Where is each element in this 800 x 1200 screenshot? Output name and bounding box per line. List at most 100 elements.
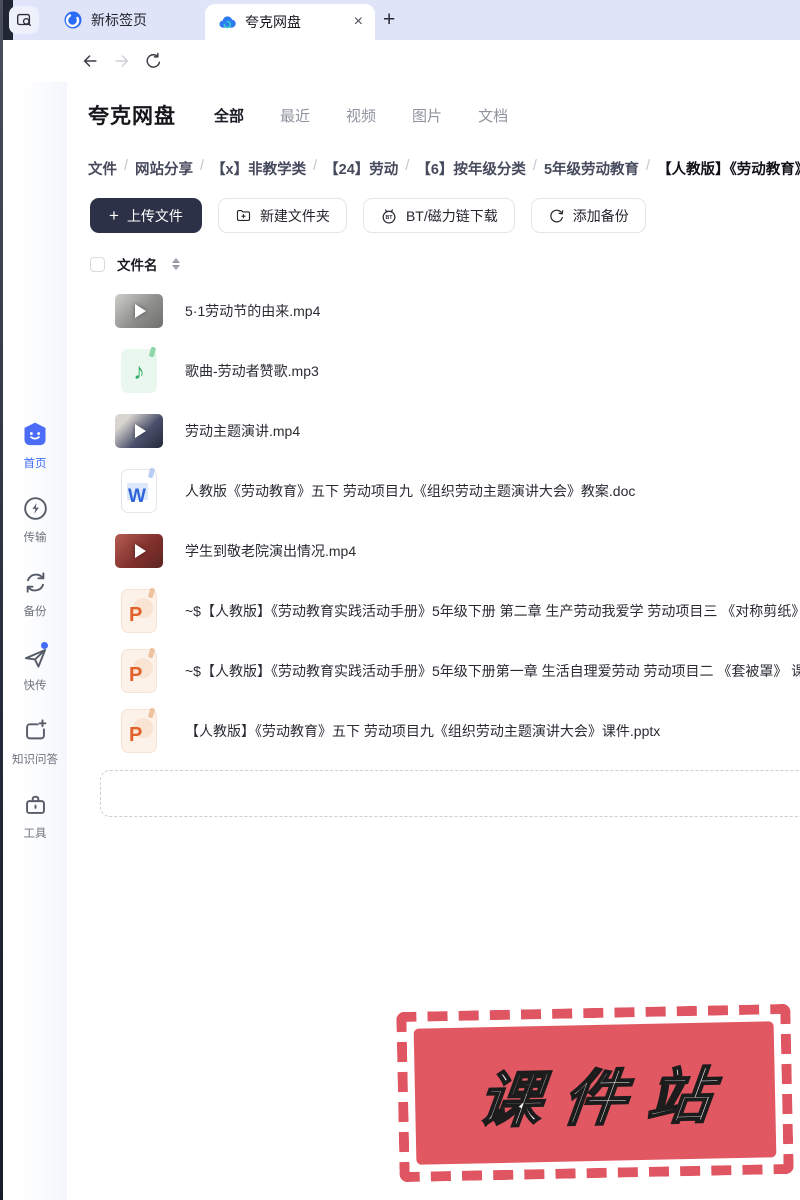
file-name: 劳动主题演讲.mp4 — [185, 423, 301, 439]
sidebar-item-knowledge-qa[interactable]: 知识问答 — [3, 716, 67, 767]
ppt-file-icon: P — [121, 647, 157, 693]
breadcrumb-item[interactable]: 【人教版】《劳动教育》五 — [657, 158, 800, 179]
action-buttons: + 上传文件 新建文件夹 BT BT/磁力链下载 添加备份 — [90, 198, 646, 233]
upload-dropzone[interactable] — [100, 770, 800, 817]
breadcrumb: 文件 / 网站分享 / 【x】非教学类 / 【24】劳动 / 【6】按年级分类 / 5年级劳动教育 /… — [88, 158, 800, 179]
sidebar-item-label: 知识问答 — [12, 754, 58, 766]
tab-all[interactable]: 全部 — [214, 105, 244, 126]
sidebar-item-label: 首页 — [23, 458, 47, 470]
forward-icon[interactable] — [112, 51, 132, 71]
tab-recent[interactable]: 最近 — [280, 105, 310, 126]
tab-documents[interactable]: 文档 — [478, 105, 508, 126]
sidebar-item-label: 快传 — [23, 680, 47, 692]
file-type-glyph: W — [128, 486, 146, 507]
file-row[interactable]: 学生到敬老院演出情况.mp4 — [67, 521, 800, 581]
file-list: 5·1劳动节的由来.mp4 ♪ 歌曲-劳动者赞歌.mp3 劳动主题演讲.mp4 … — [67, 281, 800, 761]
page-title: 夸克网盘 — [88, 105, 176, 128]
sidebar-item-quick-send[interactable]: 快传 — [3, 642, 67, 693]
tab-images[interactable]: 图片 — [412, 105, 442, 126]
ppt-file-icon: P — [121, 707, 157, 753]
file-name: 【人教版】《劳动教育》五下 劳动项目九《组织劳动主题演讲大会》课件.pptx — [185, 723, 661, 739]
file-name: 5·1劳动节的由来.mp4 — [185, 303, 321, 319]
page-fold — [147, 707, 156, 719]
play-icon — [135, 424, 146, 438]
sidebar-item-tools[interactable]: 工具 — [3, 790, 67, 841]
notification-dot — [41, 642, 48, 649]
upload-button-label: 上传文件 — [126, 207, 183, 224]
file-name: 歌曲-劳动者赞歌.mp3 — [185, 363, 319, 379]
breadcrumb-item[interactable]: 【24】劳动 — [324, 158, 398, 179]
browser-toolbar — [0, 40, 800, 115]
file-row[interactable]: P ~$【人教版】《劳动教育实践活动手册》5年级下册 第二章 生产劳动我爱学 劳… — [67, 581, 800, 641]
stamp-text: 课件站 — [473, 1061, 736, 1136]
file-name: 学生到敬老院演出情况.mp4 — [185, 543, 357, 559]
tab-quark-drive[interactable]: 夸克网盘 × — [205, 4, 375, 40]
refresh-icon[interactable] — [144, 52, 163, 71]
file-row[interactable]: 劳动主题演讲.mp4 — [67, 401, 800, 461]
upload-file-button[interactable]: + 上传文件 — [90, 198, 202, 233]
breadcrumb-item[interactable]: 文件 — [88, 158, 117, 179]
add-backup-button[interactable]: 添加备份 — [530, 198, 646, 233]
play-icon — [135, 544, 146, 558]
tab-videos[interactable]: 视频 — [346, 105, 376, 126]
transfer-icon — [21, 494, 49, 522]
back-icon[interactable] — [80, 51, 100, 71]
folder-plus-icon — [236, 209, 251, 222]
file-row[interactable]: 5·1劳动节的由来.mp4 — [67, 281, 800, 341]
new-folder-label: 新建文件夹 — [259, 207, 330, 224]
window-edge — [0, 0, 3, 1200]
bt-magnet-download-button[interactable]: BT BT/磁力链下载 — [362, 198, 515, 233]
app-sidebar: 首页 传输 备份 快传 知识问答 工具 — [3, 82, 67, 1200]
tab-close-icon[interactable]: × — [354, 14, 363, 30]
breadcrumb-item[interactable]: 5年级劳动教育 — [544, 158, 639, 179]
breadcrumb-separator: / — [200, 158, 205, 174]
window-search-button[interactable] — [9, 6, 39, 34]
page-fold — [147, 587, 156, 599]
tab-label: 夸克网盘 — [245, 14, 301, 30]
sidebar-item-home[interactable]: 首页 — [3, 420, 67, 471]
file-type-glyph: P — [129, 724, 143, 746]
video-thumbnail-icon — [115, 534, 163, 568]
breadcrumb-item[interactable]: 【6】按年级分类 — [416, 158, 526, 179]
file-row[interactable]: P ~$【人教版】《劳动教育实践活动手册》5年级下册第一章 生活自理爱劳动 劳动… — [67, 641, 800, 701]
filter-tabs: 全部 最近 视频 图片 文档 — [214, 105, 508, 126]
ppt-file-icon: P — [121, 587, 157, 633]
filename-column-header[interactable]: 文件名 — [117, 254, 158, 274]
file-name: 人教版《劳动教育》五下 劳动项目九《组织劳动主题演讲大会》教案.doc — [185, 483, 636, 499]
new-tab-button[interactable]: + — [383, 8, 395, 32]
bt-icon: BT — [382, 208, 396, 224]
breadcrumb-separator: / — [313, 158, 318, 174]
breadcrumb-item[interactable]: 网站分享 — [135, 158, 193, 179]
breadcrumb-separator: / — [532, 158, 537, 174]
browser-tabbar: 新标签页 夸克网盘 × + — [0, 0, 800, 40]
tab-new-page[interactable]: 新标签页 — [50, 0, 161, 40]
breadcrumb-separator: / — [405, 158, 410, 174]
new-folder-button[interactable]: 新建文件夹 — [217, 198, 347, 233]
breadcrumb-item[interactable]: 【x】非教学类 — [211, 158, 306, 179]
backup-sync-icon — [21, 568, 49, 596]
sidebar-item-backup[interactable]: 备份 — [3, 568, 67, 619]
play-icon — [135, 304, 146, 318]
video-thumbnail-icon — [115, 414, 163, 448]
sidebar-item-transfer[interactable]: 传输 — [3, 494, 67, 545]
file-type-glyph: P — [129, 604, 143, 626]
file-type-glyph: P — [129, 664, 143, 686]
file-row[interactable]: W 人教版《劳动教育》五下 劳动项目九《组织劳动主题演讲大会》教案.doc — [67, 461, 800, 521]
file-row[interactable]: P 【人教版】《劳动教育》五下 劳动项目九《组织劳动主题演讲大会》课件.pptx — [67, 701, 800, 761]
add-backup-label: 添加备份 — [572, 207, 629, 224]
page-fold — [148, 346, 157, 358]
file-row[interactable]: ♪ 歌曲-劳动者赞歌.mp3 — [67, 341, 800, 401]
select-all-checkbox[interactable] — [90, 256, 105, 272]
bt-download-label: BT/磁力链下载 — [405, 207, 498, 224]
home-icon — [21, 420, 49, 448]
tab-label: 新标签页 — [91, 12, 147, 28]
breadcrumb-separator: / — [124, 158, 129, 174]
sort-icon[interactable] — [171, 258, 180, 270]
doc-file-icon: W — [121, 467, 157, 513]
sidebar-item-label: 传输 — [23, 532, 47, 544]
sidebar-item-label: 工具 — [23, 828, 47, 840]
sidebar-item-label: 备份 — [23, 606, 47, 618]
page-fold — [147, 467, 156, 479]
sync-circle-icon — [550, 209, 564, 223]
window-search-icon — [17, 13, 31, 27]
